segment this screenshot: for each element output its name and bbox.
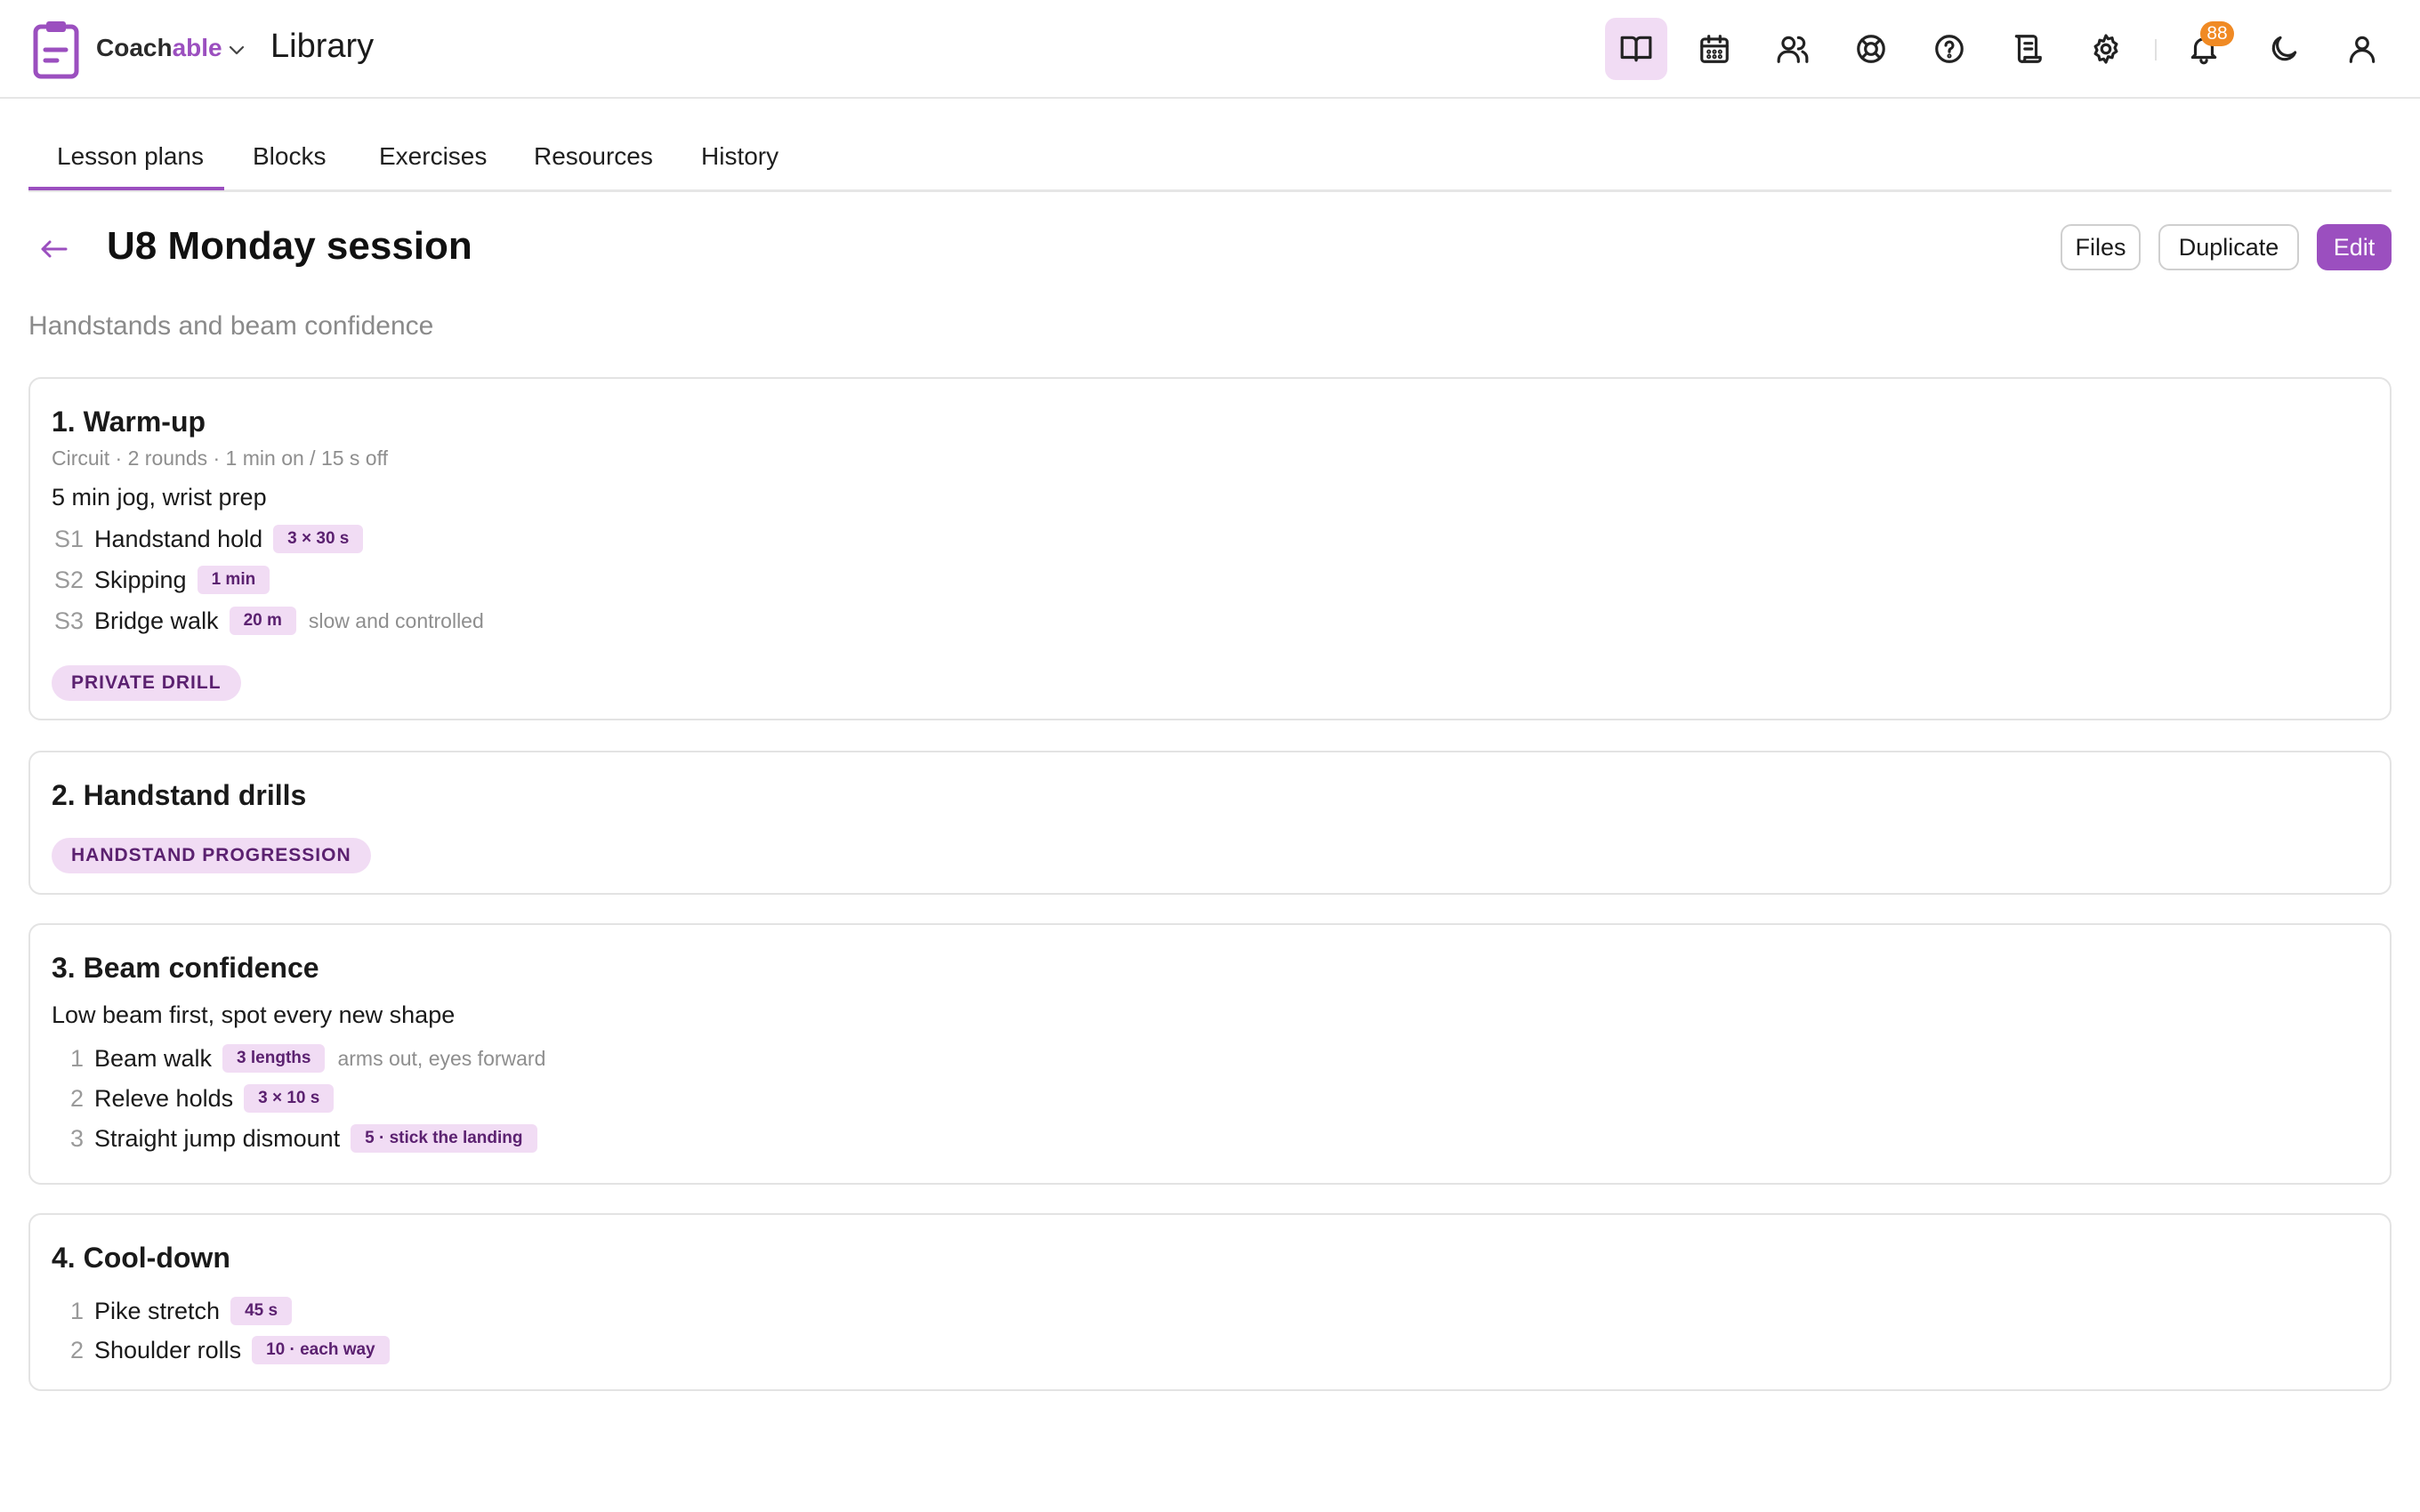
- block-card: 3. Beam confidence Low beam first, spot …: [28, 923, 2392, 1185]
- dose-pill: 20 m: [229, 607, 296, 635]
- page-title: U8 Monday session: [107, 224, 472, 268]
- block-card: 4. Cool-down 1 Pike stretch 45 s 2 Shoul…: [28, 1213, 2392, 1391]
- block-title: 3. Beam confidence: [52, 952, 319, 984]
- tab-lesson-plans[interactable]: Lesson plans: [57, 142, 204, 171]
- tab-blocks[interactable]: Blocks: [253, 142, 326, 171]
- exercise-note: arms out, eyes forward: [337, 1046, 546, 1070]
- dose-pill: 3 × 30 s: [273, 525, 364, 553]
- exercise-number: 2: [69, 1336, 84, 1363]
- exercise-number: S3: [53, 607, 84, 634]
- header-divider: [2155, 39, 2157, 60]
- exercise-name[interactable]: Releve holds: [94, 1085, 233, 1113]
- scroll-icon[interactable]: [1996, 18, 2059, 80]
- chevron-down-icon[interactable]: [226, 39, 247, 60]
- exercise-row: 2 Releve holds 3 × 10 s: [52, 1081, 346, 1116]
- exercise-row: S3 Bridge walk 20 m slow and controlled: [52, 603, 484, 639]
- exercise-number: 1: [69, 1297, 84, 1324]
- tab-history[interactable]: History: [701, 142, 778, 171]
- exercise-row: 1 Beam walk 3 lengths arms out, eyes for…: [52, 1041, 545, 1076]
- dose-pill: 45 s: [230, 1297, 293, 1325]
- exercise-row: S1 Handstand hold 3 × 30 s: [52, 521, 375, 557]
- help-lifebuoy-icon[interactable]: [1840, 18, 1902, 80]
- moon-icon[interactable]: [2253, 18, 2315, 80]
- files-button[interactable]: Files: [2061, 224, 2141, 270]
- exercise-number: S1: [53, 525, 84, 552]
- back-arrow-icon[interactable]: [36, 233, 71, 265]
- exercise-row: S2 Skipping 1 min: [52, 562, 282, 598]
- clipboard-logo-icon[interactable]: [32, 20, 80, 80]
- brand-name[interactable]: Coachable: [96, 34, 222, 62]
- block-description: 5 min jog, wrist prep: [52, 484, 267, 511]
- exercise-name[interactable]: Bridge walk: [94, 607, 219, 635]
- question-icon[interactable]: [1918, 18, 1980, 80]
- duplicate-button[interactable]: Duplicate: [2158, 224, 2299, 270]
- block-tag[interactable]: PRIVATE DRILL: [52, 665, 241, 701]
- edit-button[interactable]: Edit: [2317, 224, 2392, 270]
- exercise-name[interactable]: Pike stretch: [94, 1298, 220, 1325]
- block-description: Low beam first, spot every new shape: [52, 1001, 456, 1028]
- exercise-number: S2: [53, 566, 84, 593]
- exercise-row: 2 Shoulder rolls 10 · each way: [52, 1332, 402, 1368]
- exercise-row: 1 Pike stretch 45 s: [52, 1293, 304, 1329]
- exercise-number: 3: [69, 1124, 84, 1152]
- page-subtitle: Handstands and beam confidence: [28, 311, 434, 341]
- block-title: 2. Handstand drills: [52, 779, 307, 811]
- exercise-name[interactable]: Handstand hold: [94, 526, 262, 553]
- exercise-note: slow and controlled: [308, 608, 484, 632]
- dose-pill: 3 × 10 s: [244, 1084, 335, 1113]
- library-tabs: Lesson plans Blocks Exercises Resources …: [28, 125, 2392, 192]
- block-title: 1. Warm-up: [52, 406, 206, 438]
- exercise-name[interactable]: Shoulder rolls: [94, 1337, 241, 1364]
- block-card: 1. Warm-up Circuit · 2 rounds · 1 min on…: [28, 377, 2392, 720]
- app-header: Coachable Library 88: [0, 0, 2420, 99]
- dose-pill: 10 · each way: [252, 1336, 390, 1364]
- dose-pill: 1 min: [197, 566, 270, 594]
- exercise-number: 1: [69, 1044, 84, 1072]
- tab-exercises[interactable]: Exercises: [379, 142, 487, 171]
- exercise-number: 2: [69, 1084, 84, 1112]
- calendar-icon[interactable]: [1683, 18, 1746, 80]
- page-section-title: Library: [270, 28, 375, 65]
- dose-pill: 3 lengths: [222, 1044, 326, 1073]
- exercise-row: 3 Straight jump dismount 5 · stick the l…: [52, 1121, 550, 1156]
- exercise-name[interactable]: Straight jump dismount: [94, 1125, 340, 1153]
- dose-pill: 5 · stick the landing: [351, 1124, 537, 1153]
- gear-icon[interactable]: [2075, 18, 2137, 80]
- active-tab-indicator: [28, 187, 224, 190]
- users-icon[interactable]: [1762, 18, 1824, 80]
- block-title: 4. Cool-down: [52, 1242, 230, 1274]
- block-tag[interactable]: HANDSTAND PROGRESSION: [52, 838, 371, 873]
- block-card: 2. Handstand drills HANDSTAND PROGRESSIO…: [28, 751, 2392, 895]
- library-icon[interactable]: [1605, 18, 1667, 80]
- block-meta: Circuit · 2 rounds · 1 min on / 15 s off: [52, 446, 388, 470]
- notification-count-badge: 88: [2200, 21, 2234, 46]
- tab-resources[interactable]: Resources: [534, 142, 653, 171]
- exercise-name[interactable]: Skipping: [94, 567, 187, 594]
- user-icon[interactable]: [2331, 18, 2393, 80]
- exercise-name[interactable]: Beam walk: [94, 1045, 212, 1073]
